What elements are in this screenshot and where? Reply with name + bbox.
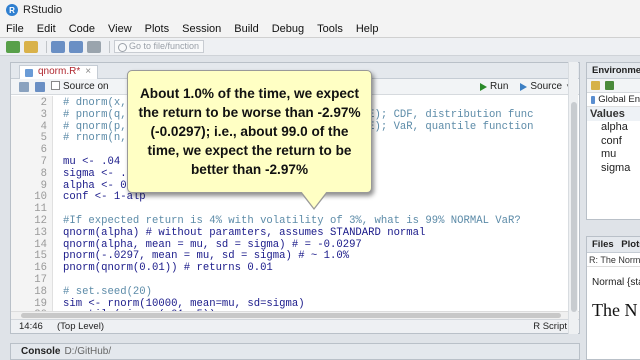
checkbox-icon[interactable] — [51, 81, 60, 90]
env-var-alpha[interactable]: alpha — [587, 121, 640, 135]
code-text: # set.seed(20) — [63, 285, 153, 298]
rstudio-logo-icon: R — [6, 4, 18, 16]
window-title-bar: R RStudio — [0, 0, 640, 20]
help-heading: The N — [592, 300, 638, 320]
code-text: pnorm(qnorm(0.01)) # returns 0.01 — [63, 262, 273, 275]
code-line[interactable]: 10 conf <- 1-alp — [11, 192, 579, 204]
env-var-conf[interactable]: conf — [587, 135, 640, 149]
code-text: conf <- 1-alp — [63, 191, 146, 204]
environment-scope-select[interactable]: Global En — [587, 93, 640, 107]
open-project-icon[interactable] — [24, 40, 38, 53]
run-button[interactable]: Run — [480, 81, 508, 92]
run-arrow-icon — [480, 82, 488, 91]
annotation-callout: About 1.0% of the time, we expect the re… — [127, 70, 372, 193]
source-arrow-icon — [520, 82, 528, 91]
toolbar-separator — [46, 40, 47, 53]
file-tab-qnorm[interactable]: qnorm.R* × — [19, 65, 99, 79]
menu-edit[interactable]: Edit — [37, 23, 56, 35]
vertical-scrollbar[interactable] — [568, 62, 578, 334]
source-button[interactable]: Source▼ — [520, 81, 573, 92]
source-on-save-checkbox[interactable]: Source on — [51, 81, 109, 92]
code-line[interactable]: 18 # set.seed(20) — [11, 285, 579, 299]
callout-tail — [301, 191, 327, 208]
menu-help[interactable]: Help — [356, 23, 379, 35]
horizontal-scrollbar[interactable] — [11, 311, 579, 319]
close-tab-icon[interactable]: × — [85, 66, 91, 77]
env-var-mu[interactable]: mu — [587, 148, 640, 162]
main-toolbar: Go to file/function — [0, 38, 640, 56]
menu-plots[interactable]: Plots — [145, 23, 169, 35]
new-file-icon[interactable] — [6, 40, 20, 53]
load-workspace-icon[interactable] — [591, 81, 600, 90]
print-icon[interactable] — [87, 40, 101, 53]
help-topic-title: R: The Norma — [587, 255, 640, 267]
help-package-label: Normal {sta — [592, 277, 640, 288]
files-help-pane: Files Plots R: The Norma Normal {sta The… — [586, 236, 640, 360]
menu-session[interactable]: Session — [182, 23, 221, 35]
save-file-icon[interactable] — [35, 81, 45, 92]
line-number: 13 — [34, 226, 47, 239]
environment-toolbar — [587, 79, 640, 93]
window-title: RStudio — [23, 4, 63, 16]
source-on-save-label: Source on — [63, 81, 109, 92]
menu-bar: File Edit Code View Plots Session Build … — [0, 20, 640, 38]
values-header: Values — [587, 107, 640, 121]
console-pane-header[interactable]: Console D:/GitHub/ — [10, 343, 580, 360]
env-var-sigma[interactable]: sigma — [587, 162, 640, 176]
menu-view[interactable]: View — [108, 23, 132, 35]
save-icon[interactable] — [51, 40, 65, 53]
line-number: 18 — [34, 285, 47, 298]
line-number: 8 — [40, 167, 47, 180]
file-type[interactable]: R Script — [533, 320, 567, 333]
scrollbar-thumb[interactable] — [571, 102, 577, 312]
back-arrow-icon[interactable] — [19, 81, 29, 92]
file-tab-label: qnorm.R* — [38, 66, 81, 77]
menu-code[interactable]: Code — [69, 23, 95, 35]
run-label: Run — [490, 81, 509, 92]
scope-level[interactable]: (Top Level) — [57, 320, 104, 333]
environment-pane: Environment Global En Values alpha conf … — [586, 62, 640, 220]
console-label: Console — [21, 346, 61, 357]
environment-icon — [591, 95, 596, 104]
goto-file-input[interactable]: Go to file/function — [114, 40, 204, 53]
save-all-icon[interactable] — [69, 40, 83, 53]
scrollbar-thumb[interactable] — [21, 313, 561, 318]
code-text: qnorm(alpha) # without paramters, assume… — [63, 226, 426, 239]
tab-files[interactable]: Files — [592, 239, 614, 250]
tab-environment[interactable]: Environment — [587, 63, 640, 79]
tab-plots[interactable]: Plots — [621, 239, 640, 250]
cursor-position: 14:46 — [19, 321, 43, 332]
menu-tools[interactable]: Tools — [317, 23, 343, 35]
code-line[interactable]: 13 qnorm(alpha) # without paramters, assu… — [11, 226, 579, 240]
line-number: 3 — [40, 108, 47, 121]
help-pane-tabs: Files Plots — [587, 237, 640, 253]
menu-debug[interactable]: Debug — [272, 23, 304, 35]
code-line[interactable]: 16 pnorm(qnorm(0.01)) # returns 0.01 — [11, 262, 579, 275]
console-path: D:/GitHub/ — [64, 346, 112, 357]
menu-file[interactable]: File — [6, 23, 24, 35]
environment-scope-label: Global En — [598, 94, 640, 105]
menu-build[interactable]: Build — [234, 23, 258, 35]
toolbar-separator — [109, 40, 110, 53]
source-label: Source — [530, 81, 563, 92]
save-workspace-icon[interactable] — [605, 81, 614, 90]
editor-status-bar: 14:46 (Top Level) R Script — [11, 319, 579, 333]
